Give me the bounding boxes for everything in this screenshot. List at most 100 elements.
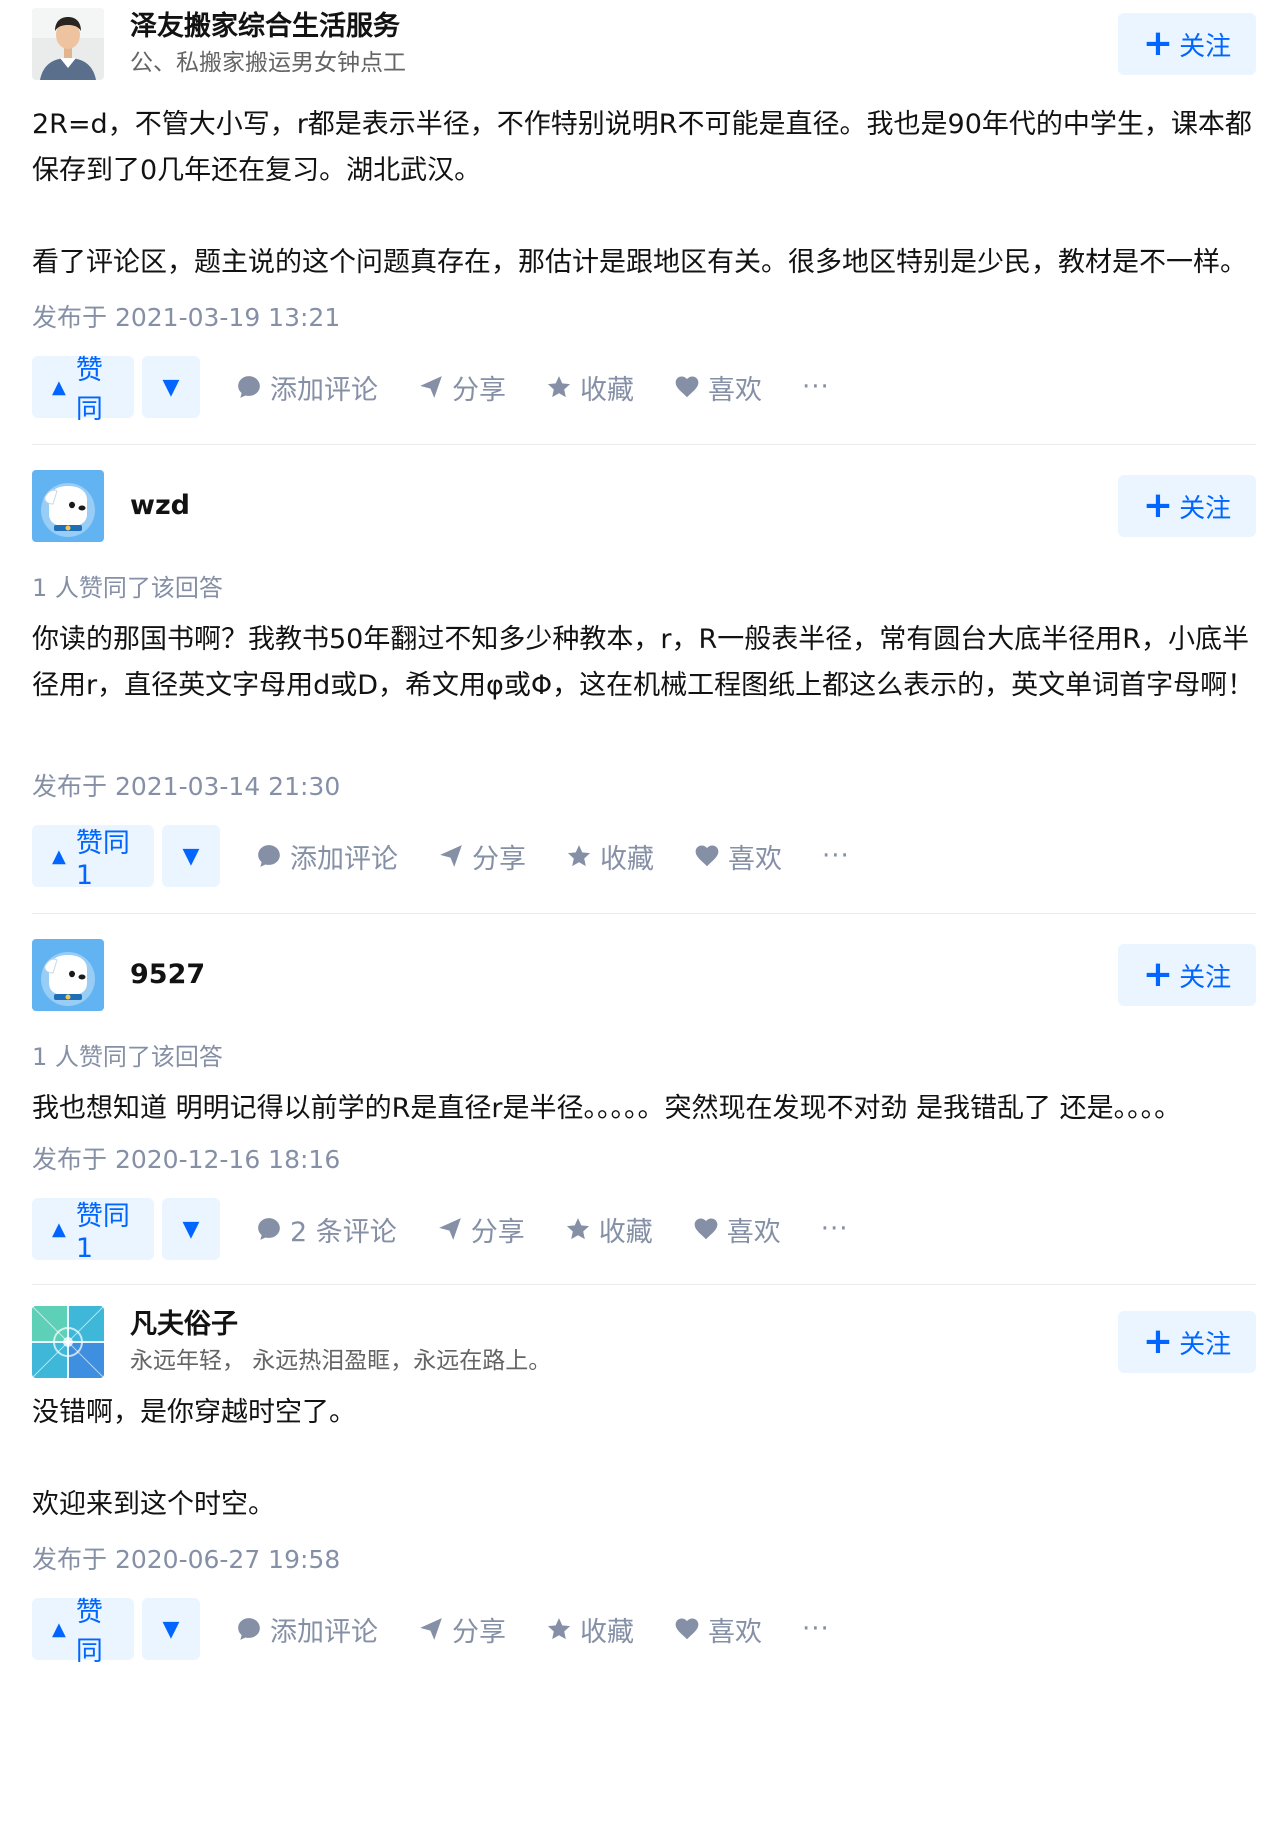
upvote-label: 赞同 1 <box>75 828 130 891</box>
author-name[interactable]: 9527 <box>130 956 205 994</box>
answer-card: 泽友搬家综合生活服务公、私搬家搬运男女钟点工 + 关注 2R=d，不管大小写，r都是表… <box>0 0 1286 444</box>
publish-time: 发布于 2020-06-27 19:58 <box>32 1545 341 1574</box>
upvote-label: 赞同 <box>75 355 103 425</box>
downvote-button[interactable]: ▼ <box>142 1598 200 1660</box>
publish-time: 发布于 2021-03-19 13:21 <box>32 303 341 332</box>
share-icon <box>418 1616 452 1642</box>
action-bar: ▲ 赞同 1 ▼ 添加评论 分享 收藏 喜欢 ··· <box>32 825 1256 891</box>
collect-button-label: 收藏 <box>598 1216 653 1248</box>
triangle-up-icon: ▲ <box>52 845 66 867</box>
share-icon <box>438 843 472 869</box>
like-button[interactable]: 喜欢 <box>674 1610 762 1649</box>
downvote-button[interactable]: ▼ <box>162 1198 220 1260</box>
collect-button-label: 收藏 <box>580 374 634 406</box>
author-row: 9527 + 关注 <box>32 931 1256 1019</box>
answer-content: 你读的那国书啊？我教书50年翻过不知多少种教本，r，R一般表半径，常有圆台大底半… <box>32 617 1256 755</box>
answer-card: wzd + 关注 1 人赞同了该回答你读的那国书啊？我教书50年翻过不知多少种教本，r… <box>0 444 1286 913</box>
plus-icon: + <box>1142 23 1174 64</box>
upvote-count-text: 1 人赞同了该回答 <box>32 1043 223 1071</box>
collect-button[interactable]: 收藏 <box>546 1610 634 1649</box>
answer-feed: 泽友搬家综合生活服务 公、私搬家搬运男女钟点工 + 关注 2R=d，不管大小写，r都是表… <box>0 0 1286 1680</box>
author-row: 凡夫俗子 永远年轻， 永远热泪盈眶，永远在路上。 + 关注 <box>32 1298 1256 1386</box>
triangle-up-icon: ▲ <box>52 1618 66 1640</box>
comment-button[interactable]: 2 条评论 <box>256 1210 397 1249</box>
share-button-label: 分享 <box>452 1616 506 1648</box>
answer-paragraph: 看了评论区，题主说的这个问题真存在，那估计是跟地区有关。很多地区特别是少民，教材… <box>32 247 1247 278</box>
upvote-button[interactable]: ▲ 赞同 1 <box>32 825 154 891</box>
collect-button[interactable]: 收藏 <box>565 1210 653 1249</box>
like-button[interactable]: 喜欢 <box>693 1210 781 1249</box>
default-dog-avatar[interactable] <box>32 470 104 542</box>
like-button-label: 喜欢 <box>726 1216 781 1248</box>
share-icon <box>437 1216 471 1242</box>
action-bar: ▲ 赞同 ▼ 添加评论 分享 收藏 喜欢 ··· <box>32 355 1256 425</box>
author-row: wzd + 关注 <box>32 462 1256 550</box>
follow-button[interactable]: + 关注 <box>1118 13 1256 75</box>
downvote-button[interactable]: ▼ <box>142 356 200 418</box>
share-button[interactable]: 分享 <box>418 1610 506 1649</box>
star-icon <box>565 1216 599 1242</box>
comment-icon <box>236 374 270 400</box>
triangle-down-icon: ▼ <box>182 843 200 869</box>
answer-paragraph: 没错啊，是你穿越时空了。 <box>32 1397 356 1428</box>
answer-paragraph: 我也想知道 明明记得以前学的R是直径r是半径。。。。。突然现在发现不对劲 是我错… <box>32 1093 1182 1124</box>
answer-paragraph <box>32 194 1256 240</box>
like-button[interactable]: 喜欢 <box>694 837 782 876</box>
follow-button[interactable]: + 关注 <box>1118 944 1256 1006</box>
like-button[interactable]: 喜欢 <box>674 368 762 407</box>
answer-paragraph: 2R=d，不管大小写，r都是表示半径，不作特别说明R不可能是直径。我也是90年代… <box>32 109 1252 186</box>
upvote-label: 赞同 <box>75 1597 103 1667</box>
collect-button[interactable]: 收藏 <box>546 368 634 407</box>
answer-paragraph: 欢迎来到这个时空。 <box>32 1489 275 1520</box>
collect-button[interactable]: 收藏 <box>566 837 654 876</box>
upvote-label: 赞同 1 <box>75 1201 130 1264</box>
author-info: 9527 <box>130 956 205 994</box>
star-icon <box>566 843 600 869</box>
man-photo-avatar[interactable] <box>32 8 104 80</box>
upvote-count-text: 1 人赞同了该回答 <box>32 574 223 602</box>
publish-time: 发布于 2020-12-16 18:16 <box>32 1145 341 1174</box>
comment-button[interactable]: 添加评论 <box>236 368 378 407</box>
more-button[interactable]: ··· <box>822 841 850 871</box>
comment-button[interactable]: 添加评论 <box>256 837 398 876</box>
like-button-label: 喜欢 <box>708 1616 762 1648</box>
author-info: 凡夫俗子 永远年轻， 永远热泪盈眶，永远在路上。 <box>130 1306 551 1378</box>
comment-button[interactable]: 添加评论 <box>236 1610 378 1649</box>
share-button[interactable]: 分享 <box>418 368 506 407</box>
answer-content: 2R=d，不管大小写，r都是表示半径，不作特别说明R不可能是直径。我也是90年代… <box>32 102 1256 286</box>
answer-paragraph <box>32 709 1256 755</box>
author-row: 泽友搬家综合生活服务公、私搬家搬运男女钟点工 + 关注 <box>32 0 1256 88</box>
more-button[interactable]: ··· <box>802 372 830 402</box>
follow-button[interactable]: + 关注 <box>1118 1311 1256 1373</box>
upvote-button[interactable]: ▲ 赞同 <box>32 1597 134 1667</box>
comment-button-label: 添加评论 <box>270 374 378 406</box>
downvote-button[interactable]: ▼ <box>162 825 220 887</box>
share-button[interactable]: 分享 <box>437 1210 525 1249</box>
heart-icon <box>674 1616 708 1642</box>
answer-content: 我也想知道 明明记得以前学的R是直径r是半径。。。。。突然现在发现不对劲 是我错… <box>32 1086 1256 1132</box>
collect-button-label: 收藏 <box>600 843 654 875</box>
more-button[interactable]: ··· <box>821 1214 849 1244</box>
follow-button[interactable]: + 关注 <box>1118 475 1256 537</box>
more-button[interactable]: ··· <box>802 1614 830 1644</box>
comment-icon <box>256 843 290 869</box>
upvote-button[interactable]: ▲ 赞同 1 <box>32 1198 154 1264</box>
default-dog-avatar[interactable] <box>32 939 104 1011</box>
upvote-button[interactable]: ▲ 赞同 <box>32 355 134 425</box>
plus-icon: + <box>1142 1321 1174 1362</box>
author-name[interactable]: wzd <box>130 487 190 525</box>
plus-icon: + <box>1142 954 1174 995</box>
heart-icon <box>693 1216 727 1242</box>
follow-label: 关注 <box>1179 1329 1232 1360</box>
abstract-pattern-avatar[interactable] <box>32 1306 104 1378</box>
author-info: wzd <box>130 487 190 525</box>
plus-icon: + <box>1142 485 1174 526</box>
answer-paragraph: 你读的那国书啊？我教书50年翻过不知多少种教本，r，R一般表半径，常有圆台大底半… <box>32 624 1255 701</box>
author-name[interactable]: 凡夫俗子 <box>130 1306 551 1344</box>
comment-button-label: 2 条评论 <box>290 1216 397 1248</box>
share-button[interactable]: 分享 <box>438 837 526 876</box>
author-info: 泽友搬家综合生活服务公、私搬家搬运男女钟点工 <box>130 8 406 80</box>
star-icon <box>546 1616 580 1642</box>
author-bio: 公、私搬家搬运男女钟点工 <box>130 50 406 76</box>
author-name[interactable]: 泽友搬家综合生活服务 <box>130 8 406 46</box>
